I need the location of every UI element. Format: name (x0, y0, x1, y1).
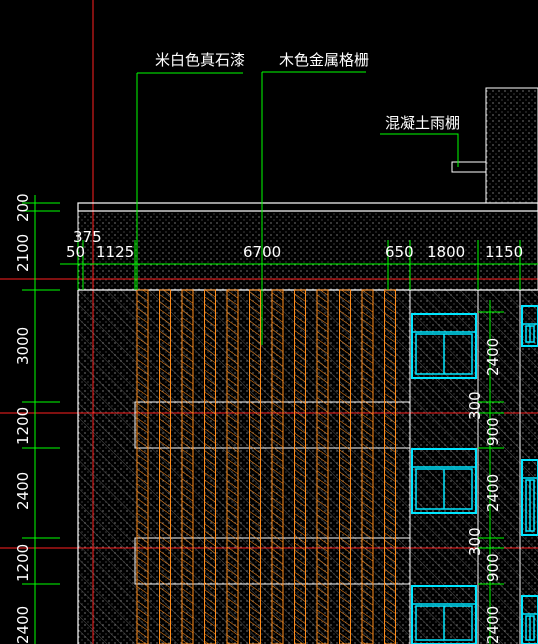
dim-650: 650 (385, 243, 414, 261)
dim-v-2400b: 2400 (14, 606, 32, 644)
dim-1800: 1800 (427, 243, 465, 261)
grille-bar (339, 289, 351, 644)
dim-r-900a: 900 (484, 417, 502, 446)
dim-1125: 1125 (96, 243, 134, 261)
dim-50: 50 (66, 243, 85, 261)
grille-bar (249, 289, 261, 644)
dim-r-2400a: 2400 (484, 338, 502, 376)
label-metal-grille: 木色金属格栅 (279, 51, 369, 69)
dim-v-2100: 2100 (14, 234, 32, 272)
grille-bar (316, 289, 329, 644)
label-concrete-canopy: 混凝土雨棚 (385, 114, 460, 132)
dim-v-3000: 3000 (14, 327, 32, 365)
dim-r-300b: 300 (466, 527, 484, 556)
grille-bar (136, 289, 149, 644)
grille-bar (384, 289, 396, 644)
dim-6700: 6700 (243, 243, 281, 261)
dim-r-2400c: 2400 (484, 606, 502, 644)
grille-bar (271, 289, 284, 644)
grille-bar (294, 289, 306, 644)
dim-r-2400b: 2400 (484, 474, 502, 512)
dim-v-1200b: 1200 (14, 544, 32, 582)
label-stone-paint: 米白色真石漆 (155, 51, 245, 69)
grille-bar (361, 289, 374, 644)
grille-bar (204, 289, 216, 644)
dim-v-1200a: 1200 (14, 407, 32, 445)
dim-r-300a: 300 (466, 391, 484, 420)
elevation-drawing: 米白色真石漆 木色金属格栅 混凝土雨棚 375 50 1125 6700 650… (0, 0, 538, 644)
grille-bar (226, 289, 239, 644)
dim-v-200: 200 (14, 193, 32, 222)
canopy-structure (451, 87, 538, 204)
grille-bar (181, 289, 194, 644)
dim-1150: 1150 (485, 243, 523, 261)
dim-r-900b: 900 (484, 553, 502, 582)
dim-v-2400a: 2400 (14, 472, 32, 510)
grille-bar (159, 289, 171, 644)
